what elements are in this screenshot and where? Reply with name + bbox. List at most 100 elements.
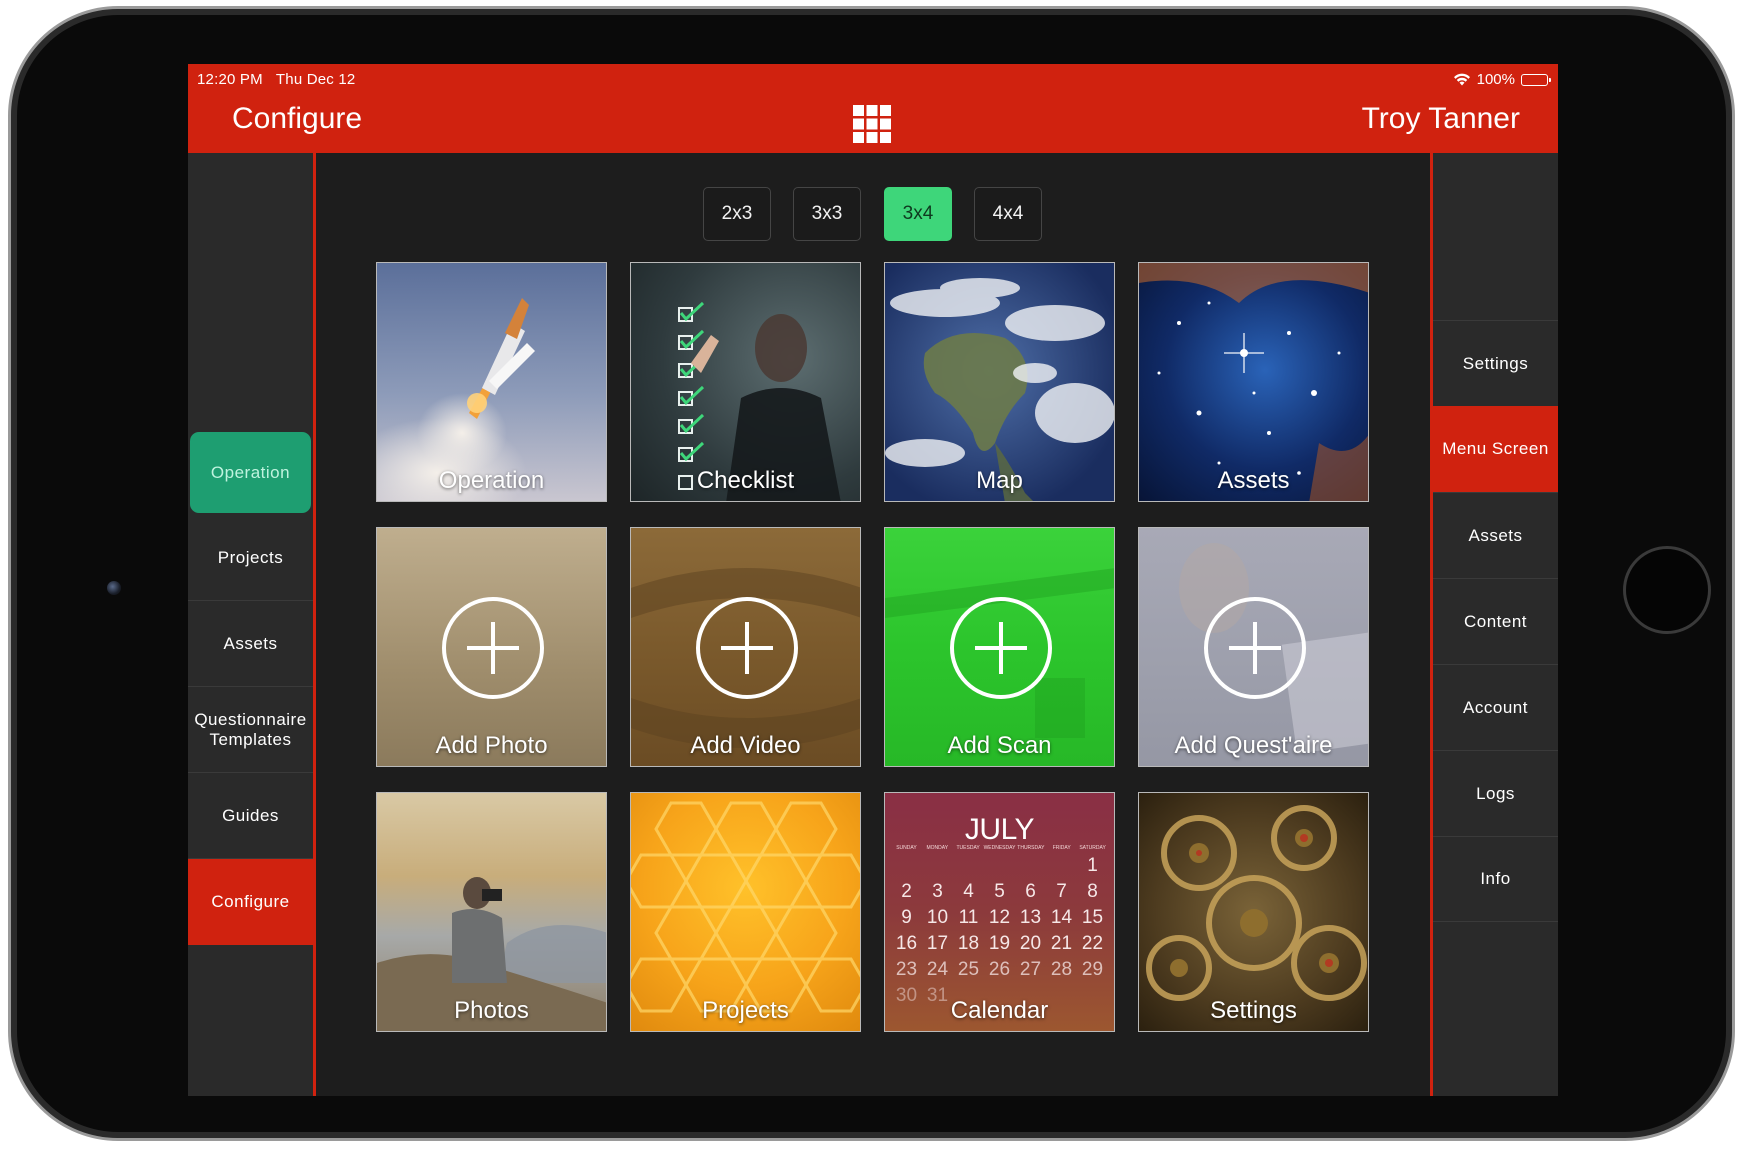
tile-label: Projects bbox=[702, 997, 789, 1024]
calendar-day: 14 bbox=[1050, 907, 1073, 928]
tile-label: Add Video bbox=[690, 732, 801, 759]
layout-2x3-button[interactable]: 2x3 bbox=[703, 187, 771, 241]
calendar-day bbox=[891, 853, 922, 879]
layout-3x4-button[interactable]: 3x4 bbox=[884, 187, 952, 241]
left-nav-label: Operation bbox=[210, 462, 291, 482]
layout-3x3-button[interactable]: 3x3 bbox=[793, 187, 861, 241]
left-nav-label: Configure bbox=[211, 892, 290, 911]
right-nav-menu-screen[interactable]: Menu Screen bbox=[1433, 406, 1558, 492]
calendar-day: 17 bbox=[926, 933, 949, 954]
tile-label: Photos bbox=[454, 997, 529, 1024]
calendar-day: 8 bbox=[1087, 881, 1098, 902]
right-nav-label: Content bbox=[1463, 611, 1528, 631]
right-nav-settings[interactable]: Settings bbox=[1433, 320, 1558, 406]
weekday-label: SUNDAY bbox=[896, 845, 917, 851]
left-nav-projects[interactable]: Projects bbox=[188, 515, 313, 601]
calendar-weekdays: SUNDAY MONDAY TUESDAY WEDNESDAY THURSDAY… bbox=[891, 845, 1108, 851]
tile-settings[interactable]: Settings bbox=[1138, 792, 1369, 1032]
tile-label: Operation bbox=[438, 467, 545, 494]
calendar-day: 26 bbox=[988, 959, 1011, 980]
calendar-day bbox=[1046, 853, 1077, 879]
battery-icon bbox=[1521, 73, 1551, 86]
right-nav-content[interactable]: Content bbox=[1433, 578, 1558, 664]
calendar-day: 3 bbox=[932, 881, 943, 902]
tile-projects[interactable]: Projects bbox=[630, 792, 861, 1032]
calendar-day: 9 bbox=[901, 907, 912, 928]
tile-add-photo[interactable]: Add Photo bbox=[376, 527, 607, 767]
tile-photos[interactable]: Photos bbox=[376, 792, 607, 1032]
right-nav-label: Info bbox=[1480, 869, 1511, 888]
calendar-day: 12 bbox=[988, 907, 1011, 928]
left-nav-label: Assets bbox=[223, 633, 278, 653]
tile-calendar[interactable]: JULY SUNDAY MONDAY TUESDAY WEDNESDAY THU… bbox=[884, 792, 1115, 1032]
calendar-day: 16 bbox=[895, 933, 918, 954]
status-time: 12:20 PM Thu Dec 12 bbox=[197, 71, 356, 88]
calendar-day: 18 bbox=[957, 933, 980, 954]
calendar-day: 10 bbox=[926, 907, 949, 928]
tile-label: Checklist bbox=[696, 467, 795, 494]
left-nav-guides[interactable]: Guides bbox=[188, 773, 313, 859]
grid-menu-icon[interactable] bbox=[853, 105, 891, 143]
calendar-day: 27 bbox=[1019, 959, 1042, 980]
calendar-day bbox=[922, 853, 953, 879]
right-nav-logs[interactable]: Logs bbox=[1433, 750, 1558, 836]
tile-add-questionnaire[interactable]: Add Quest'aire bbox=[1138, 527, 1369, 767]
left-nav-operation[interactable]: Operation bbox=[190, 432, 311, 513]
calendar-day: 24 bbox=[926, 959, 949, 980]
right-nav-label: Assets bbox=[1468, 525, 1523, 545]
calendar-day: 15 bbox=[1081, 907, 1104, 928]
tile-add-scan[interactable]: Add Scan bbox=[884, 527, 1115, 767]
right-nav-label: Logs bbox=[1476, 783, 1515, 803]
right-nav-assets[interactable]: Assets bbox=[1433, 492, 1558, 578]
plus-icon bbox=[950, 597, 1052, 699]
left-nav-assets[interactable]: Assets bbox=[188, 601, 313, 687]
tile-label: Assets bbox=[1217, 467, 1290, 494]
tile-label: Add Quest'aire bbox=[1174, 732, 1333, 759]
layout-4x4-button[interactable]: 4x4 bbox=[974, 187, 1042, 241]
home-button[interactable] bbox=[1623, 546, 1711, 634]
weekday-label: WEDNESDAY bbox=[983, 845, 1016, 851]
tile-label: Settings bbox=[1210, 997, 1297, 1024]
right-nav-label: Settings bbox=[1462, 353, 1529, 373]
weekday-label: SATURDAY bbox=[1079, 845, 1106, 851]
calendar-day: 22 bbox=[1081, 933, 1104, 954]
front-camera bbox=[107, 581, 121, 595]
user-name[interactable]: Troy Tanner bbox=[1362, 102, 1520, 136]
app-screen: 12:20 PM Thu Dec 12 100% Configure Troy … bbox=[188, 64, 1558, 1096]
left-nav-questionnaire-templates[interactable]: Questionnaire Templates bbox=[188, 687, 313, 773]
left-sidebar: Operation Projects Assets Questionnaire … bbox=[188, 153, 313, 1096]
calendar-day: 5 bbox=[994, 881, 1005, 902]
calendar-day bbox=[1015, 853, 1046, 879]
battery-percent: 100% bbox=[1476, 71, 1515, 88]
calendar-day: 4 bbox=[963, 881, 974, 902]
tile-checklist[interactable]: Checklist bbox=[630, 262, 861, 502]
calendar-day: 25 bbox=[957, 959, 980, 980]
tile-operation[interactable]: Operation bbox=[376, 262, 607, 502]
calendar-grid: 1 2345678 9 10 11 12 13 14 15 16 17 18 19 20 21 22 2… bbox=[891, 853, 1108, 1009]
right-nav-info[interactable]: Info bbox=[1433, 836, 1558, 922]
tile-add-video[interactable]: Add Video bbox=[630, 527, 861, 767]
left-divider bbox=[313, 153, 316, 1096]
right-nav-account[interactable]: Account bbox=[1433, 664, 1558, 750]
tile-map[interactable]: Map bbox=[884, 262, 1115, 502]
calendar-day: 11 bbox=[958, 907, 979, 928]
weekday-label: TUESDAY bbox=[956, 845, 980, 851]
status-indicators: 100% bbox=[1453, 71, 1551, 88]
calendar-day: 2 bbox=[901, 881, 912, 902]
weekday-label: FRIDAY bbox=[1052, 845, 1071, 851]
weekday-label: THURSDAY bbox=[1017, 845, 1045, 851]
left-nav-configure[interactable]: Configure bbox=[188, 859, 313, 945]
tile-label: Map bbox=[976, 467, 1023, 494]
wifi-icon bbox=[1453, 73, 1471, 86]
left-nav-label: Projects bbox=[217, 547, 284, 567]
calendar-day bbox=[984, 853, 1015, 879]
calendar-day: 21 bbox=[1050, 933, 1073, 954]
left-nav-label: Questionnaire Templates bbox=[194, 709, 307, 749]
left-nav-label: Guides bbox=[222, 805, 279, 825]
calendar-day: 28 bbox=[1050, 959, 1073, 980]
tile-assets[interactable]: Assets bbox=[1138, 262, 1369, 502]
calendar-day: 6 bbox=[1025, 881, 1036, 902]
calendar-day: 7 bbox=[1056, 881, 1067, 902]
calendar-day: 29 bbox=[1081, 959, 1104, 980]
calendar-day: 1 bbox=[1087, 855, 1098, 876]
